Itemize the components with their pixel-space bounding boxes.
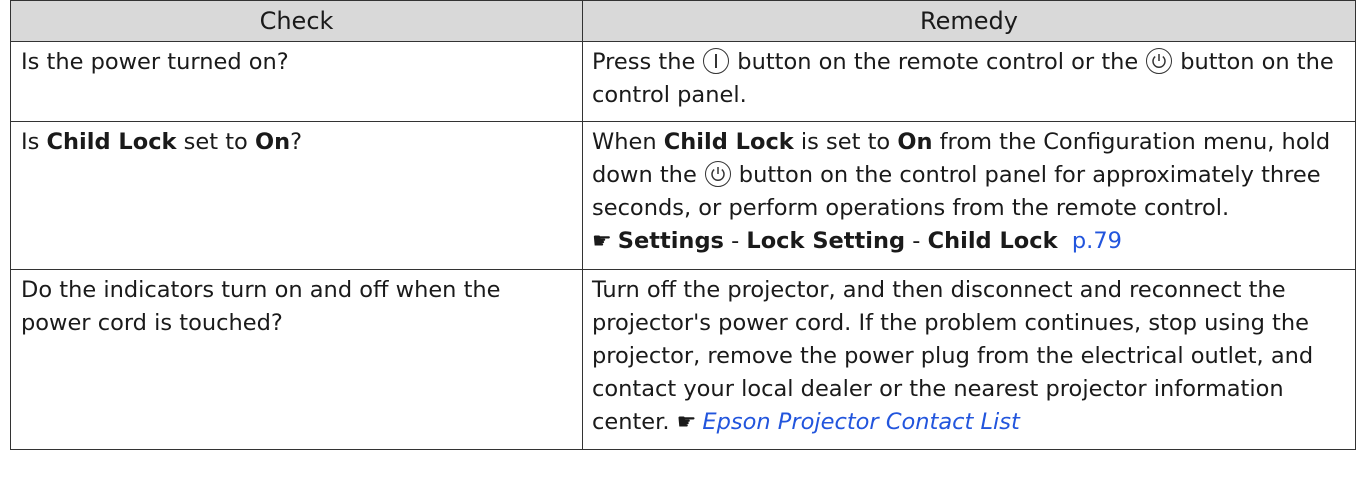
check-cell: Is Child Lock set to On?: [10, 121, 583, 270]
remedy-bold: On: [897, 129, 933, 155]
page-link[interactable]: p.79: [1072, 228, 1122, 254]
remedy-text: button on the control panel for approxim…: [592, 162, 1321, 221]
remedy-bold: Child Lock: [663, 129, 794, 155]
check-bold: On: [254, 129, 291, 155]
standby-icon: [704, 161, 731, 187]
check-text: ?: [290, 129, 303, 155]
remedy-text: Press the: [592, 49, 696, 75]
remedy-text: is set to: [793, 129, 898, 155]
troubleshooting-table: Check Remedy Is the power turned on? Pre…: [10, 0, 1356, 450]
header-check: Check: [10, 0, 583, 42]
pointing-hand-icon: ☛: [592, 229, 612, 254]
check-text: set to: [176, 129, 255, 155]
ref-separator: -: [905, 228, 928, 254]
remedy-cell: Press the button on the remote control or…: [582, 41, 1356, 122]
remedy-text: button on the remote control or the: [737, 49, 1139, 75]
check-bold: Child Lock: [46, 129, 177, 155]
remedy-cell: When Child Lock is set to On from the Co…: [582, 121, 1356, 270]
header-remedy: Remedy: [582, 0, 1356, 42]
ref-child-lock: Child Lock: [927, 228, 1058, 254]
check-cell: Do the indicators turn on and off when t…: [10, 269, 583, 450]
check-cell: Is the power turned on?: [10, 41, 583, 122]
ref-separator: -: [723, 228, 747, 254]
standby-icon: [1146, 48, 1173, 74]
remedy-cell: Turn off the projector, and then disconn…: [582, 269, 1356, 450]
power-on-icon: [703, 48, 730, 74]
header-row: Check Remedy: [10, 0, 1356, 42]
pointing-hand-icon: ☛: [676, 410, 697, 435]
table-row: Do the indicators turn on and off when t…: [10, 269, 1356, 450]
ref-lock-setting: Lock Setting: [746, 228, 906, 254]
remedy-text: When: [592, 129, 664, 155]
ref-settings: Settings: [617, 228, 724, 254]
check-text: Is: [21, 129, 47, 155]
table-row: Is the power turned on? Press the button …: [10, 41, 1356, 122]
table-row: Is Child Lock set to On? When Child Lock…: [10, 121, 1356, 270]
contact-list-link[interactable]: Epson Projector Contact List: [702, 409, 1019, 435]
